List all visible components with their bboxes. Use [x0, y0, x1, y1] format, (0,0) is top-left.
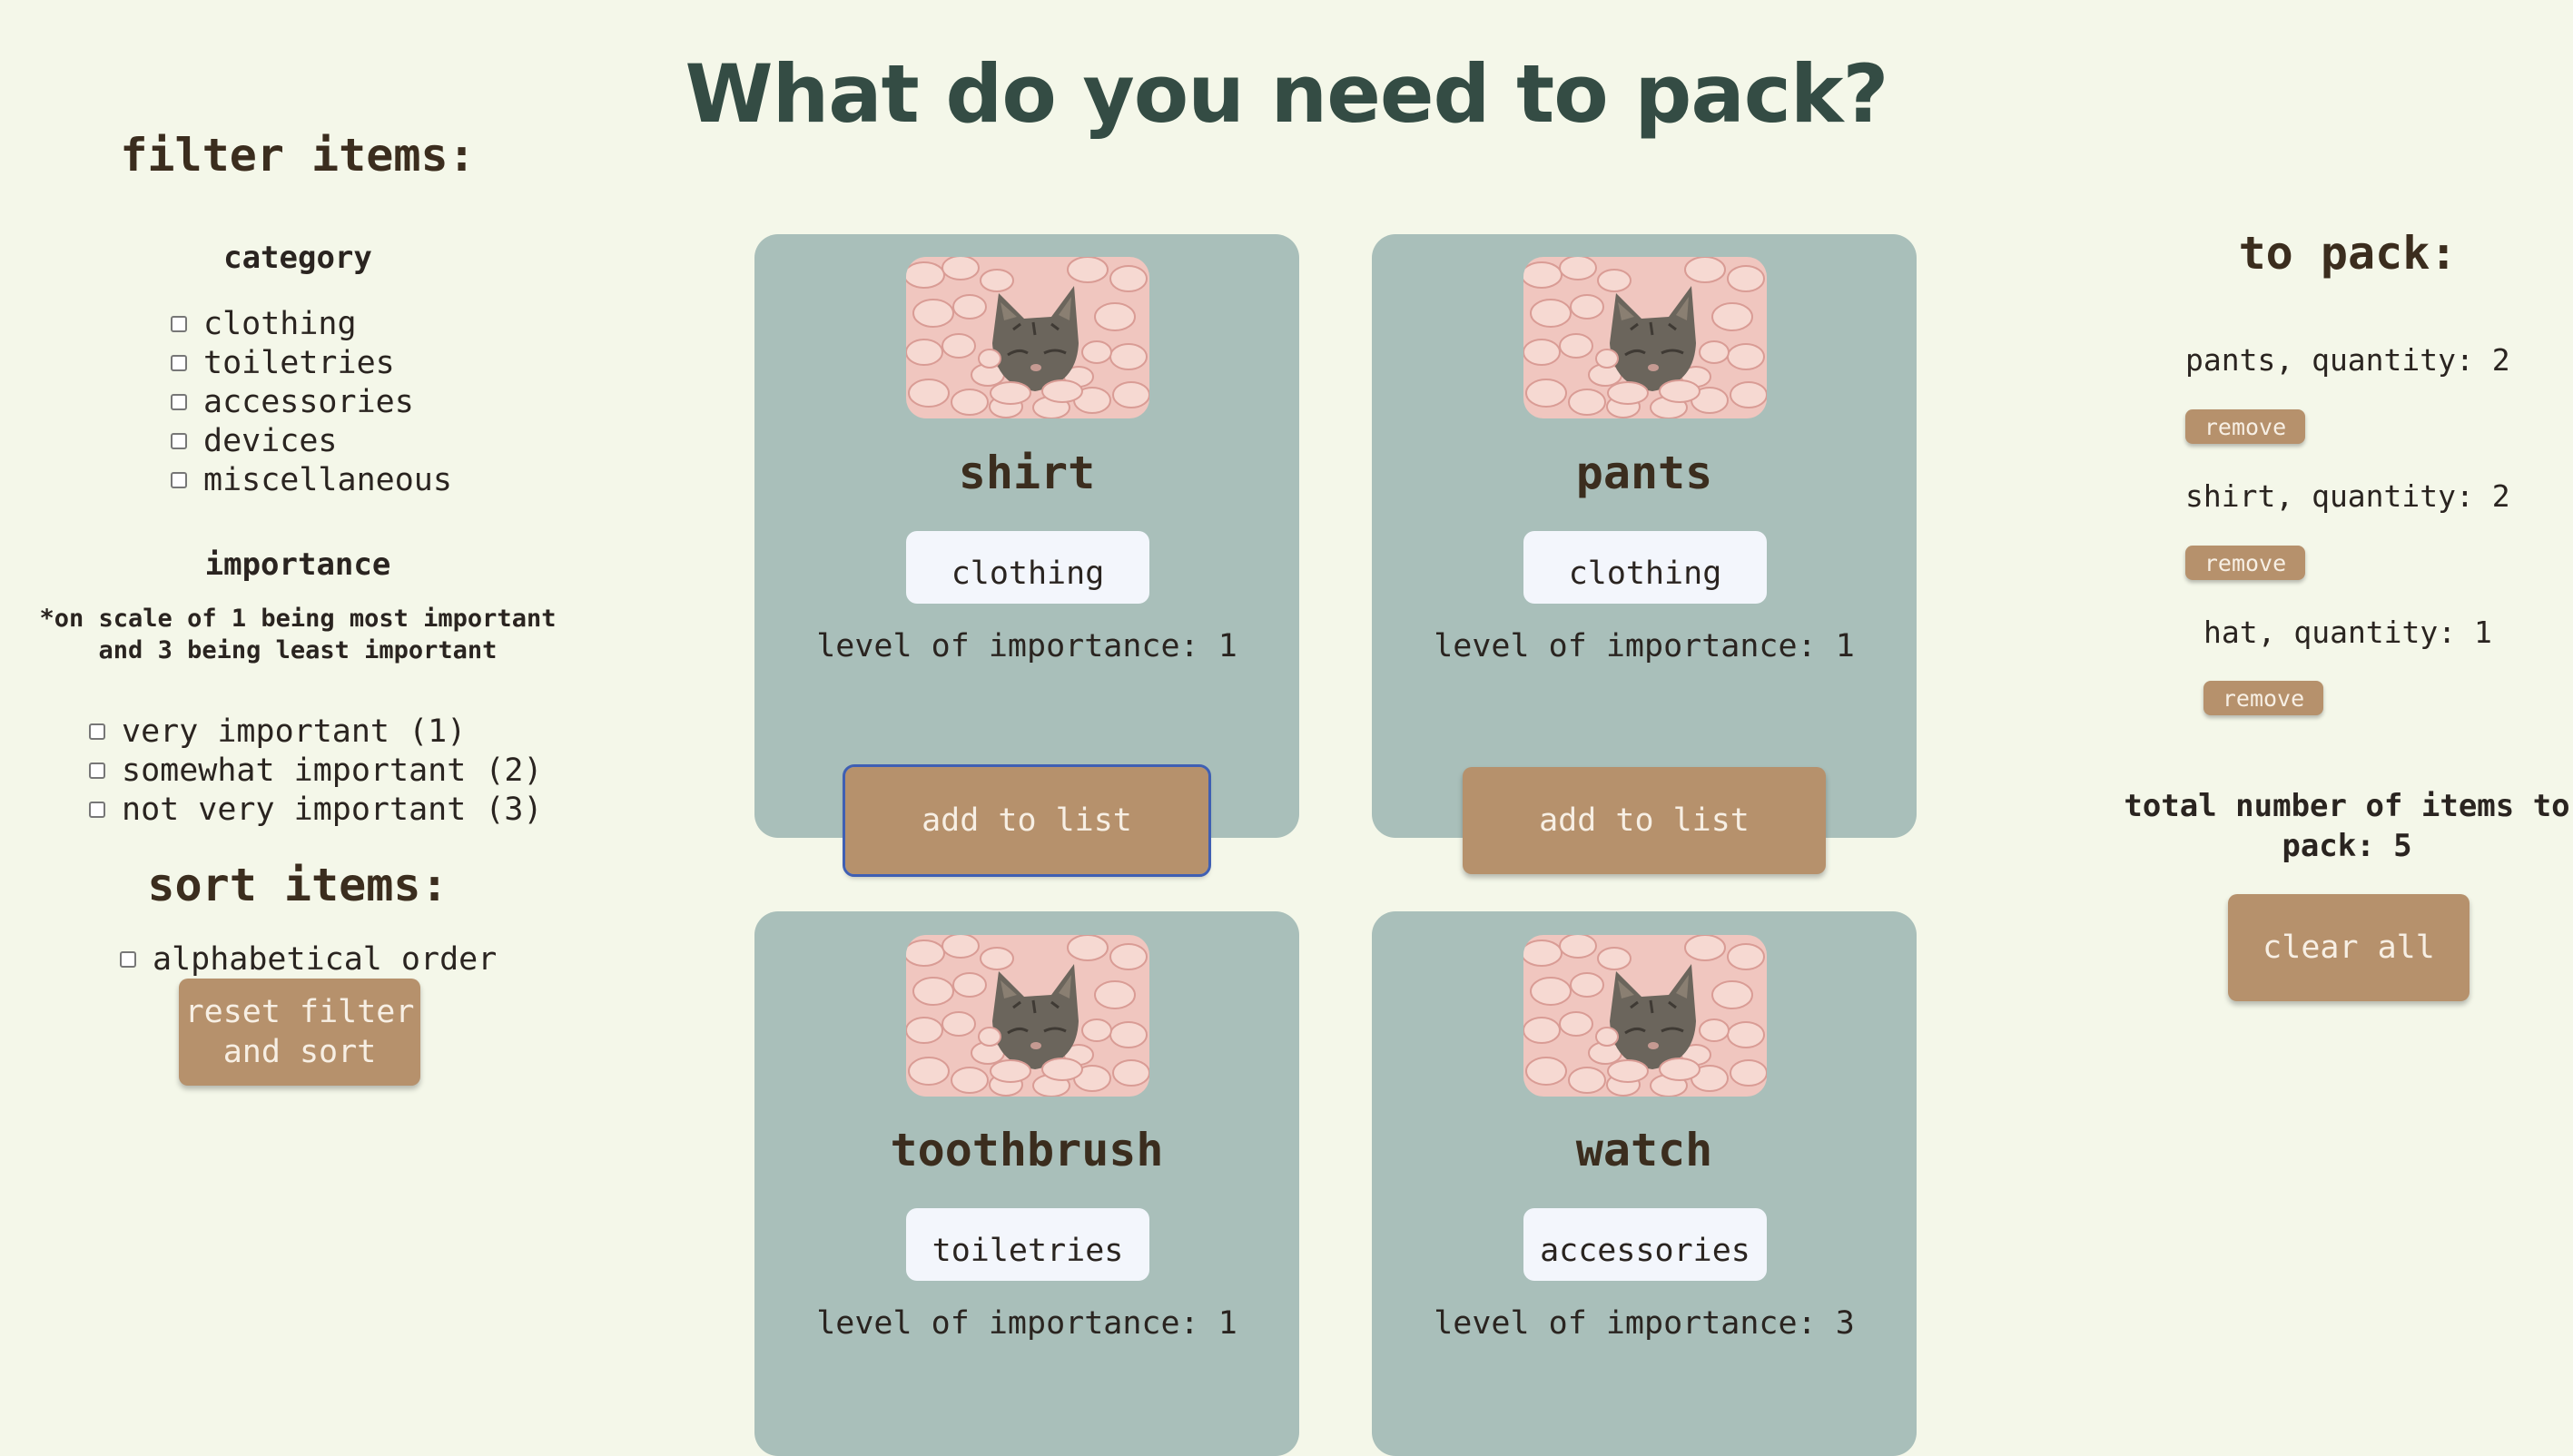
remove-button[interactable]: remove: [2185, 409, 2305, 444]
importance-level: level of importance: 1: [816, 628, 1237, 664]
item-image: [1523, 935, 1767, 1097]
category-tag: clothing: [906, 531, 1149, 604]
item-image: [906, 935, 1149, 1097]
checkbox-icon[interactable]: [171, 354, 187, 371]
importance-heading: importance: [204, 546, 391, 583]
pack-item-text: pants, quantity: 2: [2185, 342, 2510, 378]
importance-option-3[interactable]: not very important (3): [89, 790, 543, 829]
importance-option-1[interactable]: very important (1): [89, 712, 543, 751]
add-to-list-button[interactable]: add to list: [1463, 767, 1826, 874]
page-title: What do you need to pack?: [685, 47, 1889, 141]
category-filter-list: clothing toiletries accessories devices …: [171, 304, 452, 499]
filter-heading: filter items:: [120, 129, 476, 182]
checkbox-icon[interactable]: [89, 801, 105, 818]
category-option-clothing[interactable]: clothing: [171, 304, 452, 343]
item-image: [1523, 257, 1767, 418]
importance-level: level of importance: 3: [1434, 1305, 1855, 1342]
pack-item-text: shirt, quantity: 2: [2185, 478, 2510, 514]
category-tag: accessories: [1523, 1208, 1767, 1281]
checkbox-icon[interactable]: [89, 762, 105, 779]
item-name: shirt: [958, 447, 1096, 499]
add-to-list-button[interactable]: add to list: [843, 764, 1211, 877]
category-option-miscellaneous[interactable]: miscellaneous: [171, 460, 452, 499]
checkbox-icon[interactable]: [89, 723, 105, 740]
total-items-count: total number of items to pack: 5: [2124, 788, 2570, 864]
sort-option-list: alphabetical order: [120, 940, 497, 979]
sort-heading: sort items:: [147, 859, 449, 911]
checkbox-icon[interactable]: [171, 432, 187, 449]
importance-filter-list: very important (1) somewhat important (2…: [89, 712, 543, 829]
item-name: pants: [1575, 447, 1713, 499]
importance-option-2[interactable]: somewhat important (2): [89, 751, 543, 790]
remove-button[interactable]: remove: [2203, 681, 2323, 715]
category-tag: toiletries: [906, 1208, 1149, 1281]
checkbox-icon[interactable]: [171, 393, 187, 410]
importance-level: level of importance: 1: [816, 1305, 1237, 1342]
sort-option-alphabetical[interactable]: alphabetical order: [120, 940, 497, 979]
to-pack-heading: to pack:: [2238, 227, 2458, 280]
importance-note: *on scale of 1 being most important and …: [39, 605, 557, 664]
checkbox-icon[interactable]: [171, 471, 187, 488]
category-option-accessories[interactable]: accessories: [171, 382, 452, 421]
category-option-devices[interactable]: devices: [171, 421, 452, 460]
pack-item-text: hat, quantity: 1: [2203, 615, 2492, 650]
category-heading: category: [223, 240, 372, 276]
category-tag: clothing: [1523, 531, 1767, 604]
item-image: [906, 257, 1149, 418]
item-name: watch: [1575, 1124, 1713, 1176]
remove-button[interactable]: remove: [2185, 546, 2305, 580]
reset-filter-sort-button[interactable]: reset filter and sort: [179, 979, 420, 1086]
clear-all-button[interactable]: clear all: [2228, 894, 2469, 1001]
checkbox-icon[interactable]: [120, 950, 136, 968]
checkbox-icon[interactable]: [171, 315, 187, 332]
category-option-toiletries[interactable]: toiletries: [171, 343, 452, 382]
importance-level: level of importance: 1: [1434, 628, 1855, 664]
item-name: toothbrush: [890, 1124, 1164, 1176]
